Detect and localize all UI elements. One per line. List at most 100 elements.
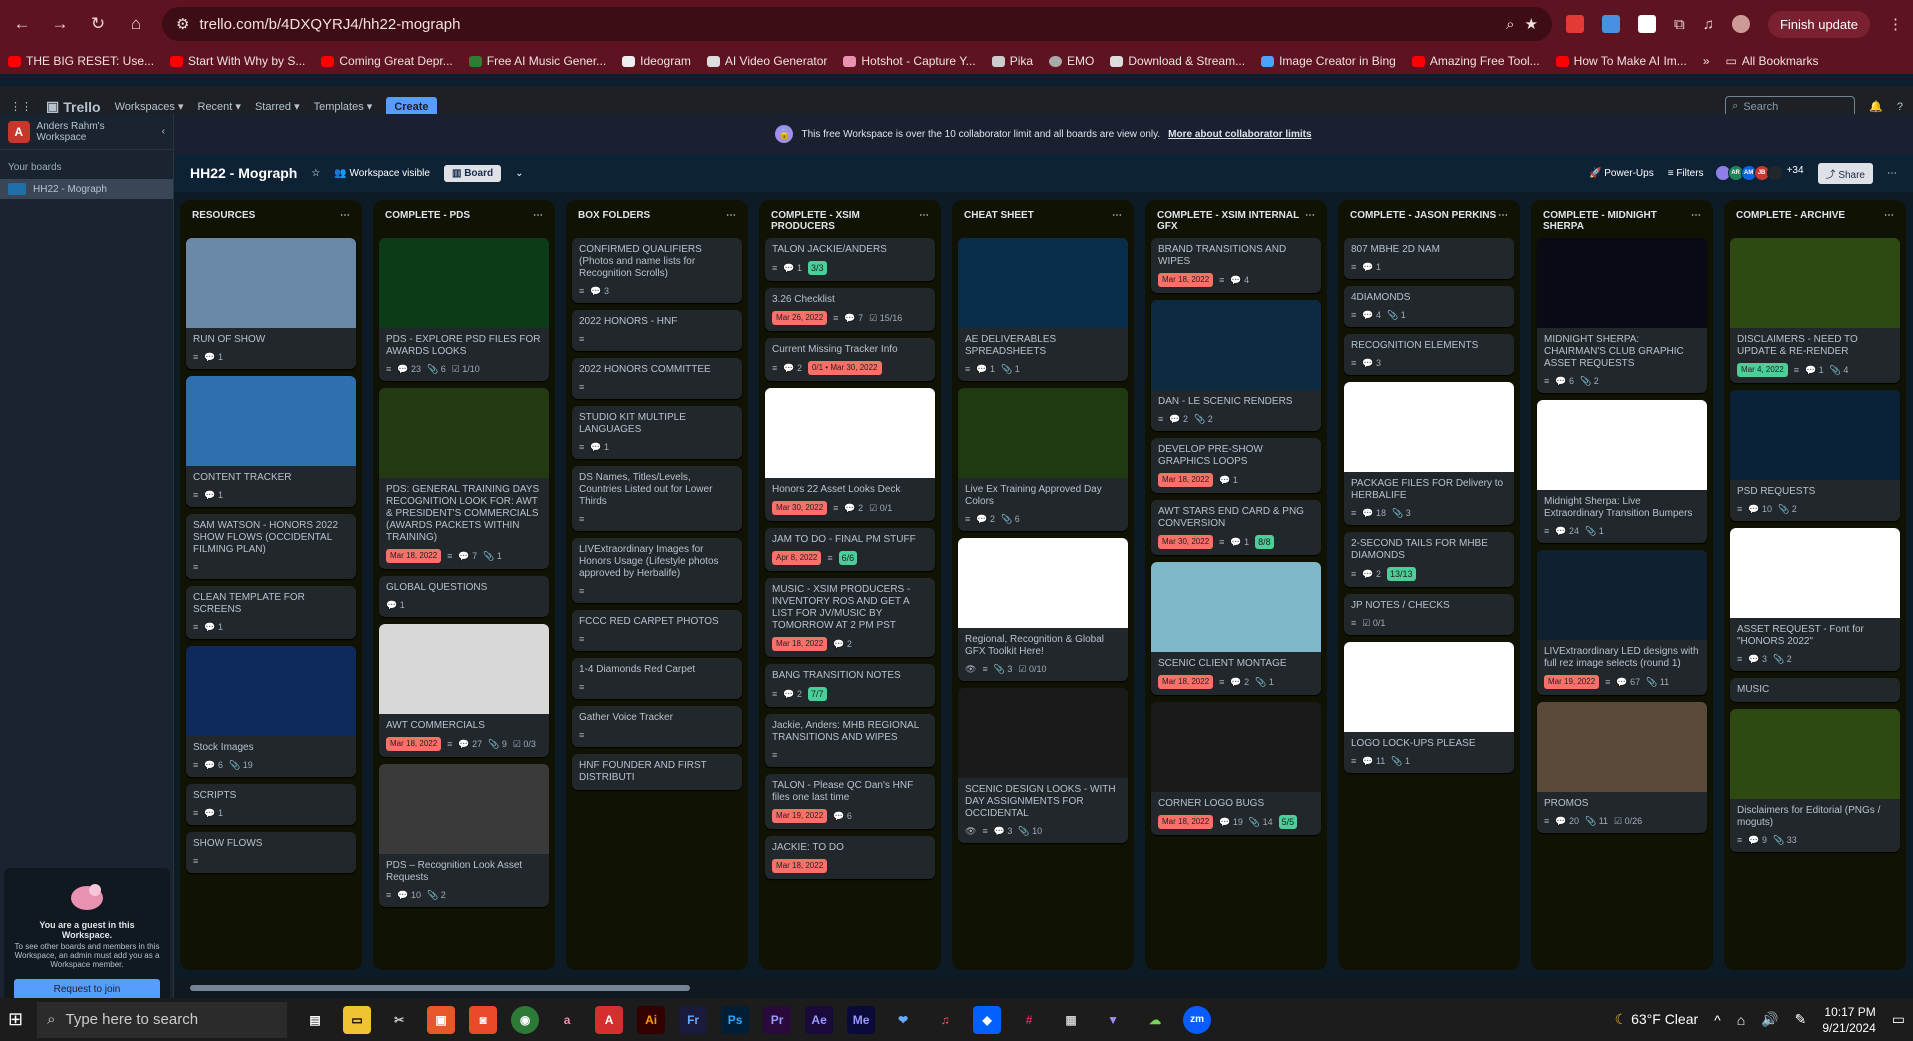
taskbar-search[interactable]: ⌕ Type here to search [37,1001,288,1038]
list-menu-icon[interactable]: ⋯ [726,210,736,221]
clock[interactable]: 10:17 PM 9/21/2024 [1822,1004,1875,1036]
list-column[interactable]: COMPLETE - ARCHIVE ⋯ DISCLAIMERS - NEED TO… [1724,200,1906,970]
app-icon-4[interactable]: ❤ [889,1006,917,1034]
app-icon-5[interactable]: ▦ [1057,1006,1085,1034]
card[interactable]: SHOW FLOWS ≡ [186,832,356,873]
card[interactable]: SCENIC DESIGN LOOKS - WITH DAY ASSIGNMEN… [958,688,1128,843]
view-switcher-chevron-icon[interactable]: ⌄ [515,168,523,179]
list-column[interactable]: COMPLETE - PDS ⋯ PDS - EXPLORE PSD FILES F… [373,200,555,970]
extension-icon[interactable] [1601,15,1620,33]
list-column[interactable]: COMPLETE - XSIM INTERNAL GFX ⋯ BRAND TRANS… [1145,200,1327,970]
card[interactable]: DS Names, Titles/Levels, Countries Liste… [572,466,742,531]
card[interactable]: SCRIPTS ≡ 💬 1 [186,784,356,825]
powerups-button[interactable]: 🚀 Power-Ups [1589,168,1654,179]
card[interactable]: JAM TO DO - FINAL PM STUFF Apr 8, 2022 ≡ 6/… [765,528,935,571]
card[interactable]: CORNER LOGO BUGS Mar 18, 2022 💬 19 📎 14 5/5 [1151,702,1321,835]
weather-widget[interactable]: ☾ 63°F Clear [1615,1011,1699,1028]
card[interactable]: PDS – Recognition Look Asset Requests ≡ 💬 … [379,764,549,907]
cloud-app-icon[interactable]: ☁ [1141,1006,1169,1034]
list-column[interactable]: COMPLETE - MIDNIGHT SHERPA ⋯ MIDNIGHT SHER… [1531,200,1713,970]
forward-icon[interactable]: → [48,12,72,36]
card[interactable]: DAN - LE SCENIC RENDERS ≡ 💬 2 📎 2 [1151,300,1321,431]
frame-io-icon[interactable]: Fr [679,1005,708,1034]
board-view-button[interactable]: ▥ Board [443,164,502,182]
card[interactable]: 4DIAMONDS ≡ 💬 4 📎 1 [1344,286,1514,327]
card[interactable]: JP NOTES / CHECKS ≡ ☑ 0/1 [1344,594,1514,635]
card[interactable]: 807 MBHE 2D NAM ≡ 💬 1 [1344,238,1514,279]
board-title[interactable]: HH22 - Mograph [190,165,297,181]
list-header[interactable]: COMPLETE - XSIM INTERNAL GFX ⋯ [1151,206,1321,238]
card[interactable]: CONTENT TRACKER ≡ 💬 1 [186,376,356,507]
nav-templates[interactable]: Templates ▾ [314,100,373,113]
more-members-count[interactable]: +34 [1787,165,1804,181]
media-icon[interactable]: ♫ [1703,16,1714,33]
music-app-icon[interactable]: ♫ [931,1006,959,1034]
card[interactable]: RECOGNITION ELEMENTS ≡ 💬 3 [1344,334,1514,375]
back-icon[interactable]: ← [10,12,34,36]
list-column[interactable]: COMPLETE - JASON PERKINS ⋯ 807 MBHE 2D NAM… [1338,200,1520,970]
card[interactable]: FCCC RED CARPET PHOTOS ≡ [572,610,742,651]
bookmarks-overflow[interactable]: » [1703,54,1710,68]
pen-icon[interactable]: ✎ [1795,1011,1807,1028]
card[interactable]: BRAND TRANSITIONS AND WIPES Mar 18, 2022 ≡… [1151,238,1321,293]
premiere-icon[interactable]: Pr [763,1005,792,1034]
card[interactable]: PDS: GENERAL TRAINING DAYS RECOGNITION L… [379,388,549,569]
volume-icon[interactable]: 🔊 [1761,1011,1778,1028]
card[interactable]: DEVELOP PRE-SHOW GRAPHICS LOOPS Mar 18, 2… [1151,438,1321,493]
nav-starred[interactable]: Starred ▾ [255,100,300,113]
list-column[interactable]: RESOURCES ⋯ RUN OF SHOW ≡ 💬 1 CONTENT TRACKER… [180,200,362,970]
list-header[interactable]: COMPLETE - JASON PERKINS ⋯ [1344,206,1514,238]
bookmark-item[interactable]: AI Video Generator [706,54,827,68]
list-menu-icon[interactable]: ⋯ [533,210,543,221]
horizontal-scrollbar[interactable] [174,978,1913,998]
acrobat-extension-icon[interactable] [1565,15,1584,33]
card[interactable]: Live Ex Training Approved Day Colors ≡ 💬 2… [958,388,1128,531]
card[interactable]: STUDIO KIT MULTIPLE LANGUAGES ≡ 💬 1 [572,406,742,459]
reload-icon[interactable]: ↻ [86,12,110,36]
card[interactable]: Stock Images ≡ 💬 6 📎 19 [186,646,356,777]
list-menu-icon[interactable]: ⋯ [1112,210,1122,221]
list-menu-icon[interactable]: ⋯ [1691,210,1701,221]
card[interactable]: AWT COMMERCIALS Mar 18, 2022 ≡ 💬 27 📎 9 ☑ 0/3 [379,624,549,757]
card[interactable]: MUSIC - XSIM PRODUCERS - INVENTORY ROS A… [765,578,935,657]
filters-button[interactable]: ≡ Filters [1668,168,1704,179]
card[interactable]: 3.26 Checklist Mar 26, 2022 ≡ 💬 7 ☑ 15/16 [765,288,935,331]
network-icon[interactable]: ⌂ [1737,1012,1745,1028]
trello-logo[interactable]: ▣ Trello [46,98,101,115]
collaborator-limits-link[interactable]: More about collaborator limits [1168,129,1311,140]
bookmark-item[interactable]: Hotshot - Capture Y... [843,54,976,68]
card[interactable]: LIVExtraordinary LED designs with full r… [1537,550,1707,695]
notifications-icon[interactable]: 🔔 [1869,100,1883,113]
card[interactable]: Regional, Recognition & Global GFX Toolk… [958,538,1128,681]
list-header[interactable]: RESOURCES ⋯ [186,206,356,238]
photoshop-icon[interactable]: Ps [721,1005,750,1034]
after-effects-icon[interactable]: Ae [805,1005,834,1034]
illustrator-icon[interactable]: Ai [637,1005,666,1034]
profile-avatar[interactable] [1731,15,1750,33]
list-menu-icon[interactable]: ⋯ [1884,210,1894,221]
extension-icon-2[interactable] [1637,15,1656,33]
list-header[interactable]: COMPLETE - XSIM PRODUCERS ⋯ [765,206,935,238]
bookmark-item[interactable]: Coming Great Depr... [321,54,453,68]
list-header[interactable]: COMPLETE - PDS ⋯ [379,206,549,238]
scrollbar-thumb[interactable] [190,985,690,991]
list-menu-icon[interactable]: ⋯ [1305,210,1315,221]
extensions-puzzle-icon[interactable]: ⧉ [1674,16,1685,33]
member-avatar[interactable] [1766,165,1783,181]
bookmark-item[interactable]: Ideogram [622,54,691,68]
list-column[interactable]: COMPLETE - XSIM PRODUCERS ⋯ TALON JACKIE/A… [759,200,941,970]
help-icon[interactable]: ? [1897,101,1903,113]
card[interactable]: SCENIC CLIENT MONTAGE Mar 18, 2022 ≡ 💬 2 📎 1 [1151,562,1321,695]
list-menu-icon[interactable]: ⋯ [1498,210,1508,221]
card[interactable]: 2022 HONORS - HNF ≡ [572,310,742,351]
sidebar-board-hh22[interactable]: HH22 - Mograph [0,179,173,199]
card[interactable]: 2022 HONORS COMMITTEE ≡ [572,358,742,399]
bookmark-item[interactable]: Image Creator in Bing [1261,54,1396,68]
list-column[interactable]: BOX FOLDERS ⋯ CONFIRMED QUALIFIERS (Photos… [566,200,748,970]
card[interactable]: 2-SECOND TAILS FOR MHBE DIAMONDS ≡ 💬 2 13/1… [1344,532,1514,587]
card[interactable]: GLOBAL QUESTIONS 💬 1 [379,576,549,617]
task-view-icon[interactable]: ▤ [301,1006,329,1034]
share-button[interactable]: ⤴ Share [1817,162,1873,184]
nav-recent[interactable]: Recent ▾ [198,100,241,113]
bookmark-item[interactable]: THE BIG RESET: Use... [8,54,154,68]
